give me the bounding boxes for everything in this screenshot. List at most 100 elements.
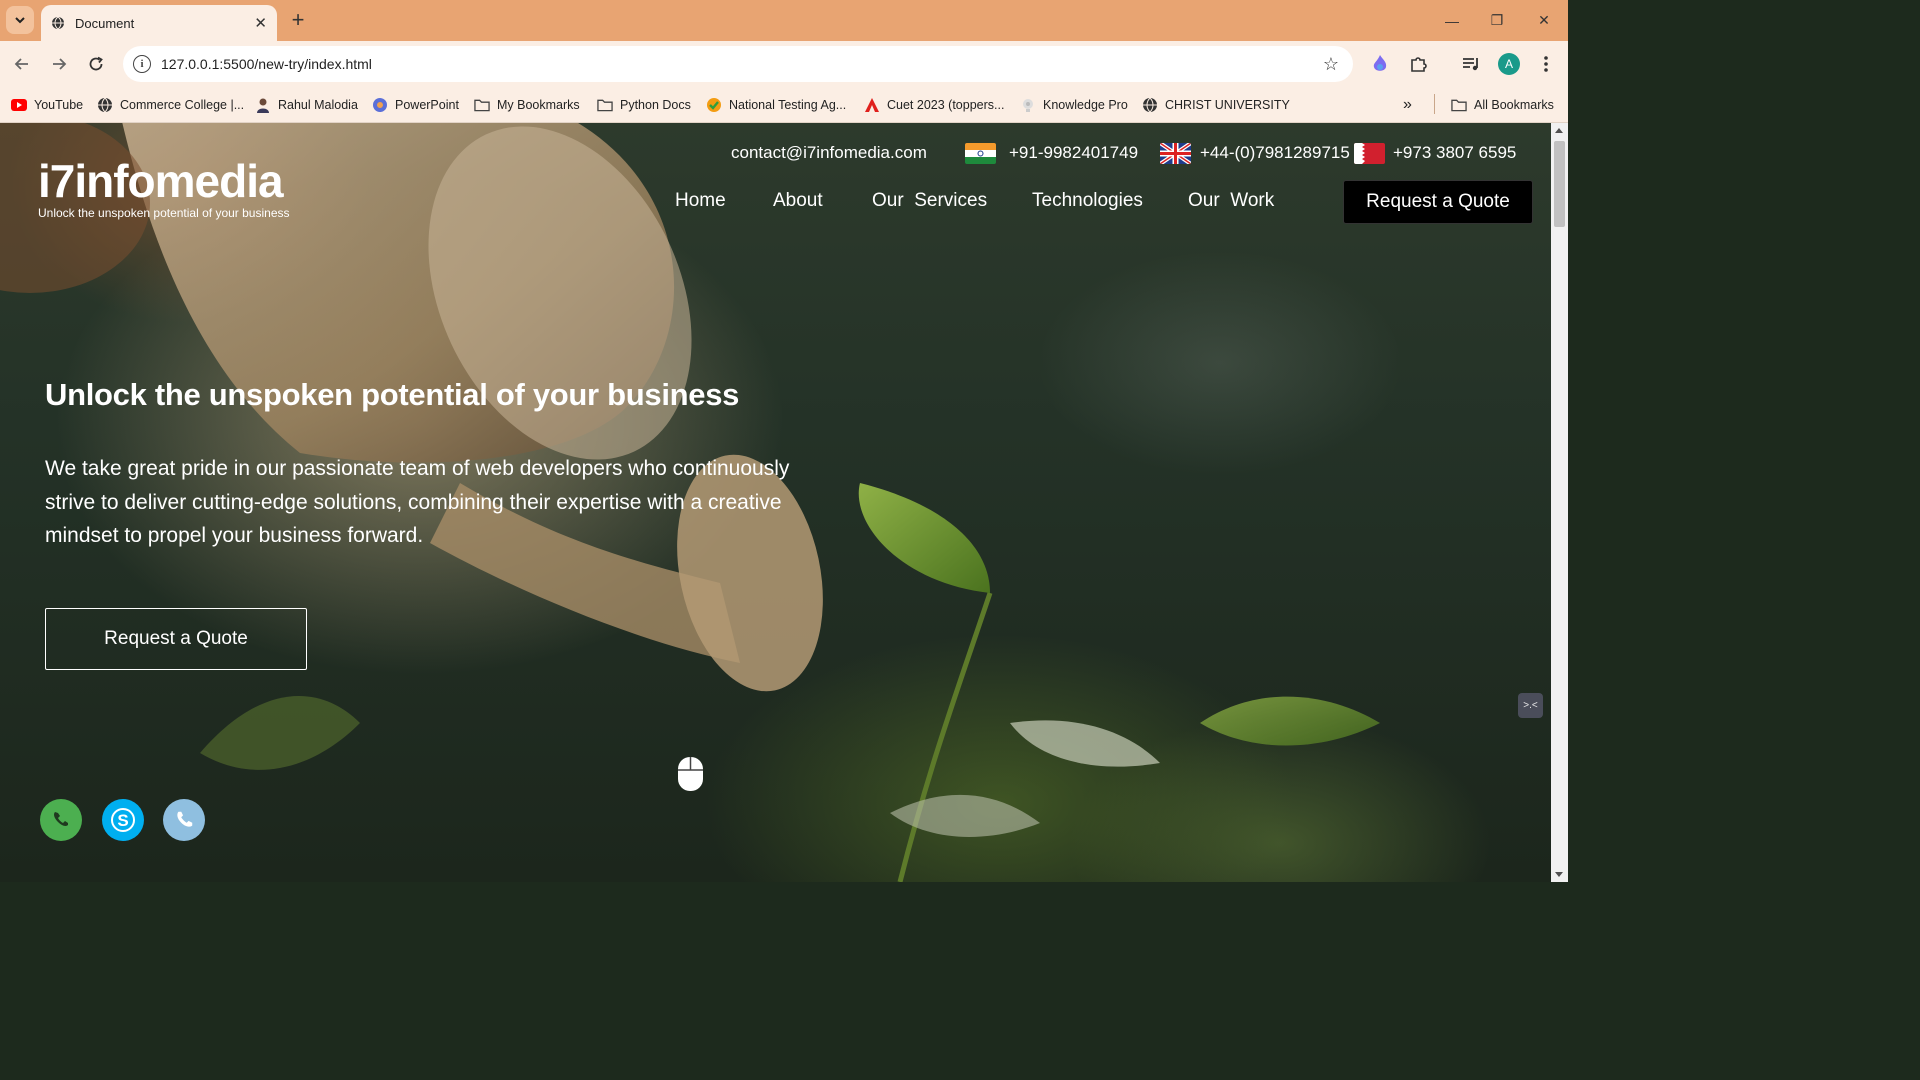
minimize-button[interactable]: — — [1429, 0, 1475, 41]
nta-icon — [706, 97, 722, 113]
page-scrollbar[interactable] — [1551, 123, 1568, 882]
powerpoint-icon — [372, 97, 388, 113]
url-text[interactable]: 127.0.0.1:5500/new-try/index.html — [161, 56, 1323, 72]
bookmark-label: PowerPoint — [395, 98, 459, 112]
india-flag-icon — [965, 142, 996, 164]
nav-services[interactable]: Our Services — [872, 190, 987, 212]
bookmark-label: YouTube — [34, 98, 84, 112]
svg-text:S: S — [117, 811, 128, 830]
contact-phone-bahrain[interactable]: +973 3807 6595 — [1354, 141, 1516, 165]
back-button[interactable] — [9, 51, 35, 77]
phone-number: +91-9982401749 — [1009, 143, 1139, 162]
page-viewport: i7infomedia Unlock the unspoken potentia… — [0, 123, 1551, 882]
media-controls-icon[interactable] — [1458, 51, 1484, 77]
close-window-button[interactable]: ✕ — [1521, 0, 1567, 41]
arrow-right-icon — [53, 58, 67, 70]
contact-phone-india[interactable]: +91-9982401749 — [965, 141, 1138, 165]
email-text: contact@i7infomedia.com — [731, 143, 927, 162]
reload-button[interactable] — [83, 51, 109, 77]
bookmark-label: Commerce College |... — [120, 98, 245, 112]
skype-button[interactable]: S — [102, 799, 144, 841]
bookmark-youtube[interactable]: YouTube — [11, 95, 83, 115]
bookmark-powerpoint[interactable]: PowerPoint — [372, 95, 459, 115]
bookmark-christ-university[interactable]: CHRIST UNIVERSITY — [1142, 95, 1290, 115]
bookmark-my-bookmarks[interactable]: My Bookmarks — [474, 95, 580, 115]
phone-icon — [177, 811, 193, 827]
contact-email[interactable]: contact@i7infomedia.com — [731, 141, 927, 165]
tab-close-icon[interactable]: ✕ — [254, 14, 267, 32]
whatsapp-icon — [54, 812, 68, 826]
scroll-down-arrow-icon[interactable] — [1555, 872, 1563, 877]
browser-tab-strip: Document ✕ + — ❐ ✕ — [0, 0, 1568, 41]
nav-our-work[interactable]: Our Work — [1188, 190, 1274, 212]
bookmarks-bar: YouTube Commerce College |... Rahul Malo… — [0, 87, 1568, 123]
hero-description: We take great pride in our passionate te… — [45, 457, 790, 547]
knowledge-icon — [1020, 97, 1036, 113]
bookmark-python-docs[interactable]: Python Docs — [597, 95, 691, 115]
browser-tab[interactable]: Document ✕ — [41, 5, 277, 41]
site-logo[interactable]: i7infomedia Unlock the unspoken potentia… — [38, 158, 290, 220]
browser-toolbar: i 127.0.0.1:5500/new-try/index.html ☆ A — [0, 41, 1568, 87]
site-info-icon[interactable]: i — [133, 55, 151, 73]
bookmark-rahul-malodia[interactable]: Rahul Malodia — [255, 95, 358, 115]
extensions-puzzle-icon[interactable] — [1405, 51, 1431, 77]
scroll-up-arrow-icon[interactable] — [1555, 128, 1563, 133]
chevron-down-icon — [15, 17, 25, 24]
bookmark-cuet[interactable]: Cuet 2023 (toppers... — [864, 95, 1004, 115]
globe-icon — [52, 16, 64, 30]
phone-call-button[interactable] — [163, 799, 205, 841]
profile-avatar[interactable]: A — [1496, 51, 1522, 77]
restore-button[interactable]: ❐ — [1474, 0, 1520, 41]
bookmark-commerce-college[interactable]: Commerce College |... — [97, 95, 244, 115]
forward-button[interactable] — [46, 51, 72, 77]
skype-icon: S — [111, 808, 135, 832]
extension-flame-icon[interactable] — [1367, 51, 1393, 77]
side-widget-button[interactable]: >.< — [1518, 693, 1543, 718]
bookmark-label: Knowledge Pro — [1043, 98, 1128, 112]
contact-phone-uk[interactable]: +44-(0)7981289715 — [1160, 141, 1350, 165]
bookmark-label: Cuet 2023 (toppers... — [887, 98, 1005, 112]
more-bookmarks-button[interactable]: » — [1403, 95, 1412, 115]
bookmark-label: Rahul Malodia — [278, 98, 358, 112]
youtube-icon — [11, 97, 27, 113]
nav-home[interactable]: Home — [675, 190, 726, 212]
bookmark-label: CHRIST UNIVERSITY — [1165, 98, 1290, 112]
browser-menu-icon[interactable] — [1533, 51, 1559, 77]
adobe-icon — [864, 97, 880, 113]
request-quote-nav-button[interactable]: Request a Quote — [1343, 180, 1533, 224]
globe-icon — [97, 97, 113, 113]
request-quote-hero-button[interactable]: Request a Quote — [45, 608, 307, 670]
scrollbar-thumb[interactable] — [1554, 141, 1565, 227]
bookmark-label: Python Docs — [620, 98, 691, 112]
folder-icon — [1451, 97, 1467, 113]
folder-icon — [597, 97, 613, 113]
bookmark-national-testing[interactable]: National Testing Ag... — [706, 95, 846, 115]
bahrain-flag-icon — [1354, 142, 1385, 164]
nav-about[interactable]: About — [773, 190, 823, 212]
arrow-left-icon — [14, 58, 28, 70]
bookmark-star-icon[interactable]: ☆ — [1323, 54, 1339, 75]
phone-number: +44-(0)7981289715 — [1200, 143, 1350, 162]
logo-tagline: Unlock the unspoken potential of your bu… — [38, 206, 290, 220]
bookmark-knowledge-pro[interactable]: Knowledge Pro — [1020, 95, 1128, 115]
tab-search-button[interactable] — [6, 6, 34, 34]
bookmark-label: All Bookmarks — [1474, 98, 1554, 112]
tab-title: Document — [75, 15, 135, 31]
address-bar[interactable]: i 127.0.0.1:5500/new-try/index.html ☆ — [123, 46, 1353, 82]
folder-icon — [474, 97, 490, 113]
all-bookmarks-button[interactable]: All Bookmarks — [1451, 95, 1554, 115]
logo-wordmark: i7infomedia — [38, 155, 284, 207]
reload-icon — [89, 56, 103, 71]
bookmark-label: My Bookmarks — [497, 98, 580, 112]
person-icon — [255, 97, 271, 113]
bookmark-label: National Testing Ag... — [729, 98, 847, 112]
nav-technologies[interactable]: Technologies — [1032, 190, 1143, 212]
new-tab-button[interactable]: + — [286, 9, 310, 33]
hero-title: Unlock the unspoken potential of your bu… — [45, 377, 740, 412]
uk-flag-icon — [1160, 142, 1191, 164]
bookmarks-divider — [1434, 94, 1435, 114]
scroll-mouse-icon — [678, 757, 703, 791]
whatsapp-button[interactable] — [40, 799, 82, 841]
avatar-letter: A — [1498, 53, 1520, 75]
phone-number: +973 3807 6595 — [1393, 143, 1517, 162]
